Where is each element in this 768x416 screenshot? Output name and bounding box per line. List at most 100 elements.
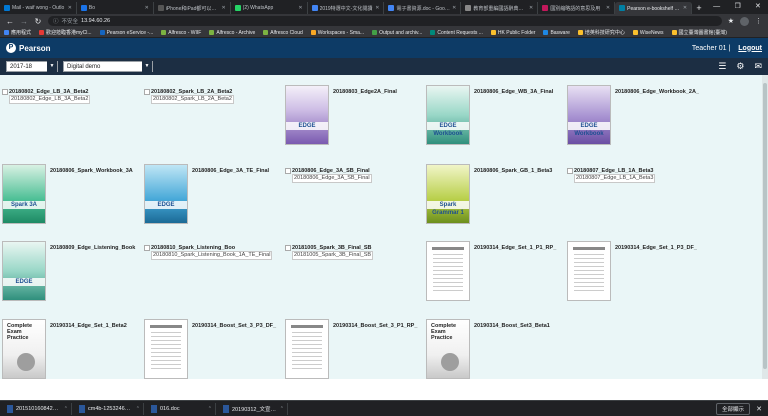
book-cover-image[interactable]: EDGE Workbook <box>426 85 470 145</box>
scrollbar[interactable] <box>762 75 768 379</box>
book-cover-image[interactable] <box>144 319 188 379</box>
reload-icon[interactable]: ↻ <box>34 17 42 26</box>
book-cover-image[interactable]: EDGE Workbook <box>567 85 611 145</box>
book-cover-broken-image[interactable]: 20180806_Edge_3A_SB_Final 20180806_Edge_3… <box>285 168 372 183</box>
browser-tab[interactable]: 國別縮略語的意思及用 ✕ <box>538 2 616 14</box>
book-card[interactable]: 20180802_Spark_LB_2A_Beta2 20180802_Spark… <box>144 85 282 151</box>
forward-arrow-icon[interactable]: → <box>20 17 28 26</box>
bookmark-item[interactable]: Alfresco Cloud <box>263 30 303 36</box>
bookmark-item[interactable]: Output and archiv... <box>372 30 422 36</box>
book-card[interactable]: EDGE 20180803_Edge2A_Final <box>285 85 423 151</box>
browser-tab[interactable]: 電子書資源.doc - Google 雲端✕ <box>384 2 462 14</box>
book-card[interactable]: EDGE Workbook 20180806_Edge_Workbook_2A_ <box>567 85 705 151</box>
close-window-icon[interactable]: ✕ <box>755 0 761 14</box>
bookmark-item[interactable]: Content Requests ... <box>430 30 483 36</box>
book-cover-image[interactable]: Complete Exam Practice <box>426 319 470 379</box>
book-card[interactable]: Complete Exam Practice 20190314_Boost_Set… <box>426 319 564 379</box>
profile-avatar[interactable] <box>740 16 749 26</box>
book-cover-broken-image[interactable]: 20180802_Spark_LB_2A_Beta2 20180802_Spark… <box>144 89 234 104</box>
close-icon[interactable]: ✕ <box>452 5 456 11</box>
close-icon[interactable]: ✕ <box>754 405 764 413</box>
browser-tab[interactable]: 2019特選中文-文化閱讀 ✕ <box>308 2 385 14</box>
download-item[interactable]: 20190312_文宣...docx⌃ <box>220 402 288 415</box>
chevron-up-icon[interactable]: ⌃ <box>208 406 212 412</box>
new-tab-button[interactable]: + <box>692 2 706 14</box>
book-cover-image[interactable] <box>567 241 611 301</box>
minimize-icon[interactable]: — <box>713 0 720 14</box>
book-cover-broken-image[interactable]: 20180802_Edge_LB_3A_Beta2 20180802_Edge_L… <box>2 89 91 104</box>
book-card[interactable]: 20180806_Edge_3A_SB_Final 20180806_Edge_3… <box>285 164 423 230</box>
close-icon[interactable]: ✕ <box>298 5 302 11</box>
bookmark-item[interactable]: Pearson eService -... <box>99 30 153 36</box>
download-item[interactable]: 20151016084245....doc⌃ <box>4 402 72 415</box>
book-card[interactable]: 20190314_Boost_Set_3_P3_DF_ <box>144 319 282 379</box>
bookmark-item[interactable]: HK Public Folder <box>490 30 535 36</box>
year-select[interactable]: 2017-18 ▼ <box>6 61 58 72</box>
close-icon[interactable]: ✕ <box>683 5 687 11</box>
close-icon[interactable]: ✕ <box>221 5 225 11</box>
chevron-up-icon[interactable]: ⌃ <box>136 406 140 412</box>
download-item[interactable]: cm4b-12532463....doc⌃ <box>76 402 144 415</box>
browser-tab[interactable]: Pearson e-bookshelf 國際 ✕ <box>615 2 693 14</box>
back-arrow-icon[interactable]: ← <box>6 17 14 26</box>
book-card[interactable]: 20190314_Edge_Set_1_P1_RP_ <box>426 241 564 307</box>
chevron-up-icon[interactable]: ⌃ <box>280 406 284 412</box>
book-cover-image[interactable]: Spark Grammar 1 <box>426 164 470 224</box>
browser-tab[interactable]: Mail - waif wong - Outlo ✕ <box>0 2 77 14</box>
maximize-icon[interactable]: ❐ <box>734 0 740 14</box>
bookmark-item[interactable]: Basware <box>543 30 570 36</box>
book-card[interactable]: 20180802_Edge_LB_3A_Beta2 20180802_Edge_L… <box>2 85 140 151</box>
book-cover-image[interactable]: EDGE <box>285 85 329 145</box>
close-icon[interactable]: ✕ <box>375 5 379 11</box>
book-card[interactable]: EDGE 20180809_Edge_Listening_Book <box>2 241 140 307</box>
book-card[interactable]: Complete Exam Practice 20190314_Edge_Set_… <box>2 319 140 379</box>
mail-icon[interactable]: ✉ <box>754 61 762 72</box>
book-cover-broken-image[interactable]: 20180807_Edge_LB_1A_Beta3 20180807_Edge_L… <box>567 168 656 183</box>
bookmark-star-icon[interactable]: ★ <box>728 17 734 25</box>
close-icon[interactable]: ✕ <box>68 5 72 11</box>
book-cover-broken-image[interactable]: 20180810_Spark_Listening_Boo 20180810_Spa… <box>144 245 273 260</box>
close-icon[interactable]: ✕ <box>606 5 610 11</box>
browser-tab[interactable]: (2) WhatsApp ✕ <box>231 2 308 14</box>
pearson-brand[interactable]: P Pearson <box>6 43 51 53</box>
book-cover-image[interactable]: Complete Exam Practice <box>2 319 46 379</box>
book-cover-broken-image[interactable]: 20181005_Spark_3B_Final_SB 20181005_Spark… <box>285 245 374 260</box>
book-card[interactable]: 20180810_Spark_Listening_Boo 20180810_Spa… <box>144 241 282 307</box>
bookmark-item[interactable]: Alfresco - Archive <box>209 30 255 36</box>
bookmark-item[interactable]: Alfresco - WIIF <box>161 30 201 36</box>
list-view-icon[interactable]: ☰ <box>718 61 726 72</box>
book-card[interactable]: Spark Grammar 1 20180806_Spark_GB_1_Beta3 <box>426 164 564 230</box>
close-icon[interactable]: ✕ <box>529 5 533 11</box>
book-cover-image[interactable]: Spark 3A <box>2 164 46 224</box>
more-menu-icon[interactable]: ⋮ <box>755 17 762 25</box>
bookmark-item[interactable]: WiseNews <box>632 30 664 36</box>
close-icon[interactable]: ✕ <box>145 5 149 11</box>
book-card[interactable]: 20190314_Edge_Set_1_P3_DF_ <box>567 241 705 307</box>
book-card[interactable]: 20180807_Edge_LB_1A_Beta3 20180807_Edge_L… <box>567 164 705 230</box>
bookmark-item[interactable]: 培英科技研究中心 <box>577 29 625 36</box>
chevron-up-icon[interactable]: ⌃ <box>64 406 68 412</box>
book-cover-image[interactable] <box>285 319 329 379</box>
bookmark-item[interactable]: Workspaces - Sma... <box>310 30 364 36</box>
bookmark-item[interactable]: 應用程式 <box>4 29 31 36</box>
bookmark-item[interactable]: 歡迎蒞臨香港myCl... <box>39 29 92 36</box>
book-card[interactable]: Spark 3A 20180806_Spark_Workbook_3A <box>2 164 140 230</box>
book-card[interactable]: 20190314_Boost_Set_3_P1_RP_ <box>285 319 423 379</box>
book-card[interactable]: EDGE Workbook 20180806_Edge_WB_3A_Final <box>426 85 564 151</box>
book-cover-image[interactable] <box>426 241 470 301</box>
download-item[interactable]: 016.doc ⌃ <box>148 402 216 415</box>
gear-icon[interactable]: ⚙ <box>736 61 744 72</box>
address-bar[interactable]: ⓘ 不安全 13.94.60.26 <box>48 16 722 26</box>
library-select[interactable]: Digital demo ▼ <box>63 61 153 72</box>
book-card[interactable]: EDGE 20180806_Edge_3A_TE_Final <box>144 164 282 230</box>
logout-link[interactable]: Logout <box>738 45 762 52</box>
browser-tab[interactable]: iPhone和iPad都可以使用 ✕ <box>154 2 231 14</box>
scrollbar-thumb[interactable] <box>763 83 767 369</box>
browser-tab[interactable]: Bo ✕ <box>77 2 154 14</box>
book-cover-image[interactable]: EDGE <box>144 164 188 224</box>
bookmark-item[interactable]: 國立臺灣圖書館(臺灣) <box>671 29 727 36</box>
browser-tab[interactable]: 教育部重編國語辭典修訂本✕ <box>461 2 539 14</box>
book-cover-image[interactable]: EDGE <box>2 241 46 301</box>
show-all-downloads-button[interactable]: 全部顯示 <box>715 402 750 415</box>
info-icon[interactable]: ⓘ <box>53 17 59 25</box>
